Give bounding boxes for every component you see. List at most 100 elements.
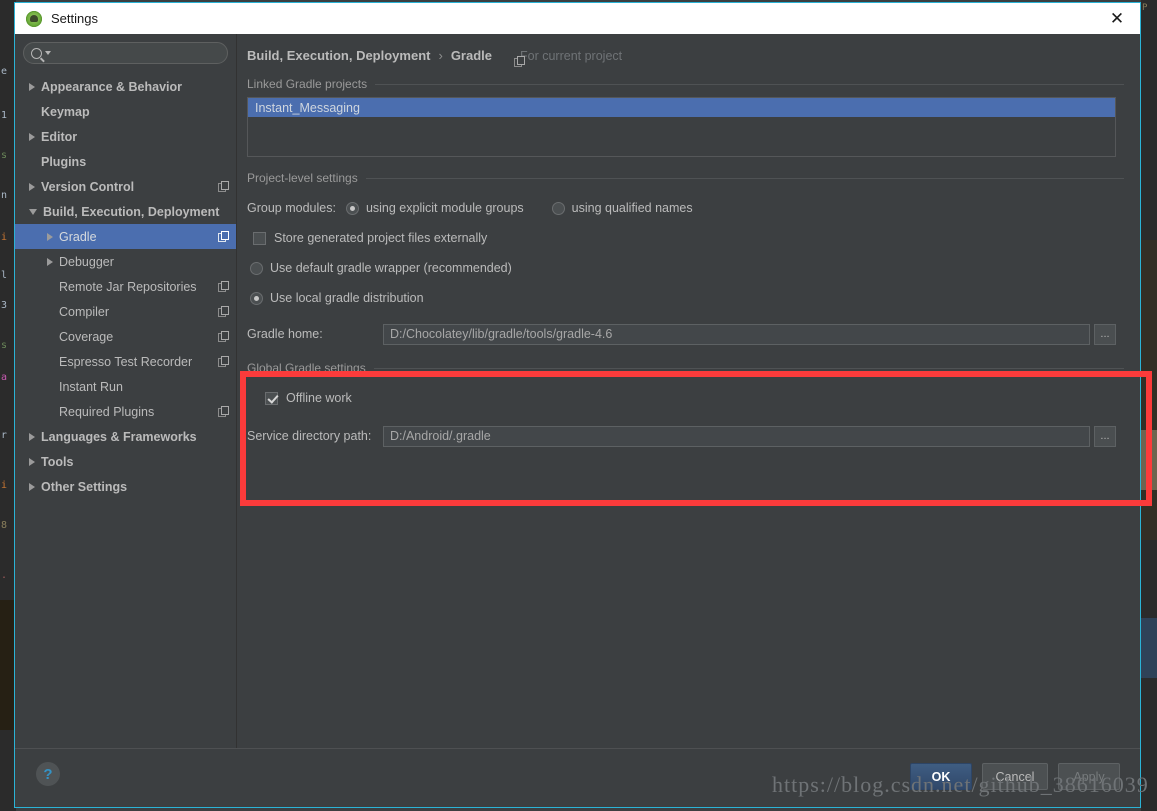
group-modules-row: Group modules: using explicit module gro… [247,193,1116,223]
service-directory-input[interactable]: D:/Android/.gradle [383,425,1090,447]
android-studio-icon [26,10,42,27]
sidebar-item-version-control[interactable]: Version Control [15,174,236,199]
scope-label: For current project [520,48,623,63]
sidebar-item-label: Appearance & Behavior [41,79,183,94]
chevron-right-icon[interactable] [29,182,35,191]
default-wrapper-row: Use default gradle wrapper (recommended) [247,253,1116,283]
checkbox-offline-work[interactable] [265,391,278,405]
sidebar-item-appearance-behavior[interactable]: Appearance & Behavior [15,74,236,99]
sidebar-item-tools[interactable]: Tools [15,449,236,474]
section-divider [373,367,1124,369]
sidebar-item-label: Build, Execution, Deployment [43,204,220,219]
chevron-down-icon[interactable] [45,51,51,55]
help-icon[interactable]: ? [36,762,60,786]
dialog-titlebar: Settings ✕ [15,3,1140,34]
ide-background-right: P [1141,0,1157,811]
breadcrumb: Build, Execution, Deployment › Gradle Fo… [237,34,1140,67]
watermark: https://blog.csdn.net/github_38616039 [772,772,1149,797]
radio-default-gradle-wrapper[interactable] [250,261,263,275]
sidebar-item-keymap[interactable]: Keymap [15,99,236,124]
sidebar-item-other-settings[interactable]: Other Settings [15,474,236,499]
chevron-right-icon[interactable] [47,257,53,266]
sidebar-item-plugins[interactable]: Plugins [15,149,236,174]
search-input[interactable] [56,46,227,60]
sidebar-item-label: Keymap [41,104,90,119]
project-scope-icon [218,405,230,418]
chevron-right-icon[interactable] [29,82,35,91]
chevron-down-icon[interactable] [29,208,37,215]
linked-projects-list[interactable]: Instant_Messaging [247,97,1116,157]
chevron-right-icon[interactable] [47,232,53,241]
section-divider [375,83,1124,85]
checkbox-store-externally-label[interactable]: Store generated project files externally [274,231,487,245]
project-level-label: Project-level settings [247,171,358,185]
global-settings-label: Global Gradle settings [247,361,366,375]
linked-projects-label: Linked Gradle projects [247,77,368,91]
section-divider [365,177,1124,179]
radio-default-gradle-wrapper-label[interactable]: Use default gradle wrapper (recommended) [270,261,512,275]
sidebar-item-build-execution-deployment[interactable]: Build, Execution, Deployment [15,199,236,224]
project-scope-icon [218,355,230,368]
chevron-right-icon[interactable] [29,457,35,466]
settings-sidebar: Appearance & Behavior Keymap Editor Plugins… [15,34,237,748]
project-scope-icon [218,180,230,193]
breadcrumb-parent[interactable]: Build, Execution, Deployment [247,48,430,63]
project-scope-icon [218,230,230,243]
linked-projects-section-title: Linked Gradle projects [247,77,1140,91]
sidebar-item-debugger[interactable]: Debugger [15,249,236,274]
gradle-home-input[interactable]: D:/Chocolatey/lib/gradle/tools/gradle-4.… [383,323,1090,345]
search-box[interactable] [23,42,228,64]
sidebar-item-label: Debugger [59,254,114,269]
list-item[interactable]: Instant_Messaging [248,98,1115,117]
global-settings-section-title: Global Gradle settings [247,361,1140,375]
sidebar-item-gradle[interactable]: Gradle [15,224,236,249]
sidebar-item-label: Version Control [41,179,135,194]
radio-explicit-module-groups[interactable] [345,201,359,215]
sidebar-item-coverage[interactable]: Coverage [15,324,236,349]
sidebar-item-languages-frameworks[interactable]: Languages & Frameworks [15,424,236,449]
settings-content: Build, Execution, Deployment › Gradle Fo… [237,34,1140,748]
sidebar-item-label: Editor [41,129,78,144]
global-settings-form: Offline work Service directory path: D:/… [247,383,1116,451]
radio-qualified-names[interactable] [551,201,565,215]
ide-background-right-text: P [1142,3,1148,13]
search-icon [31,47,42,59]
sidebar-item-label: Instant Run [59,379,123,394]
service-directory-browse-button[interactable]: ... [1094,425,1116,447]
radio-qualified-names-label[interactable]: using qualified names [572,201,693,215]
radio-local-gradle-distribution-label[interactable]: Use local gradle distribution [270,291,424,305]
sidebar-item-label: Required Plugins [59,404,155,419]
sidebar-item-editor[interactable]: Editor [15,124,236,149]
chevron-right-icon[interactable] [29,482,35,491]
local-distribution-row: Use local gradle distribution [247,283,1116,313]
search-container [15,42,236,72]
settings-dialog: Settings ✕ Appearance & Behavior Keymap Ed… [14,2,1141,808]
offline-work-row: Offline work [247,383,1116,413]
sidebar-item-label: Compiler [59,304,110,319]
service-directory-label: Service directory path: [247,429,372,443]
chevron-right-icon[interactable] [29,132,35,141]
checkbox-store-externally[interactable] [253,231,266,245]
sidebar-item-instant-run[interactable]: Instant Run [15,374,236,399]
project-scope-icon [218,305,230,318]
sidebar-item-compiler[interactable]: Compiler [15,299,236,324]
chevron-right-icon[interactable] [29,432,35,441]
dialog-title: Settings [51,11,98,26]
gradle-home-browse-button[interactable]: ... [1094,323,1116,345]
sidebar-item-label: Espresso Test Recorder [59,354,193,369]
project-scope-icon [218,280,230,293]
scope-indicator: For current project [514,48,623,67]
dialog-body: Appearance & Behavior Keymap Editor Plugins… [15,34,1140,748]
sidebar-item-remote-jar-repositories[interactable]: Remote Jar Repositories [15,274,236,299]
close-icon[interactable]: ✕ [1094,3,1140,34]
project-level-section-title: Project-level settings [247,171,1140,185]
checkbox-offline-work-label[interactable]: Offline work [286,391,352,405]
radio-local-gradle-distribution[interactable] [250,291,263,305]
radio-explicit-module-groups-label[interactable]: using explicit module groups [366,201,524,215]
breadcrumb-current: Gradle [450,48,492,63]
sidebar-item-required-plugins[interactable]: Required Plugins [15,399,236,424]
sidebar-item-label: Languages & Frameworks [41,429,197,444]
sidebar-item-espresso-test-recorder[interactable]: Espresso Test Recorder [15,349,236,374]
sidebar-item-label: Tools [41,454,74,469]
sidebar-item-label: Gradle [59,229,97,244]
